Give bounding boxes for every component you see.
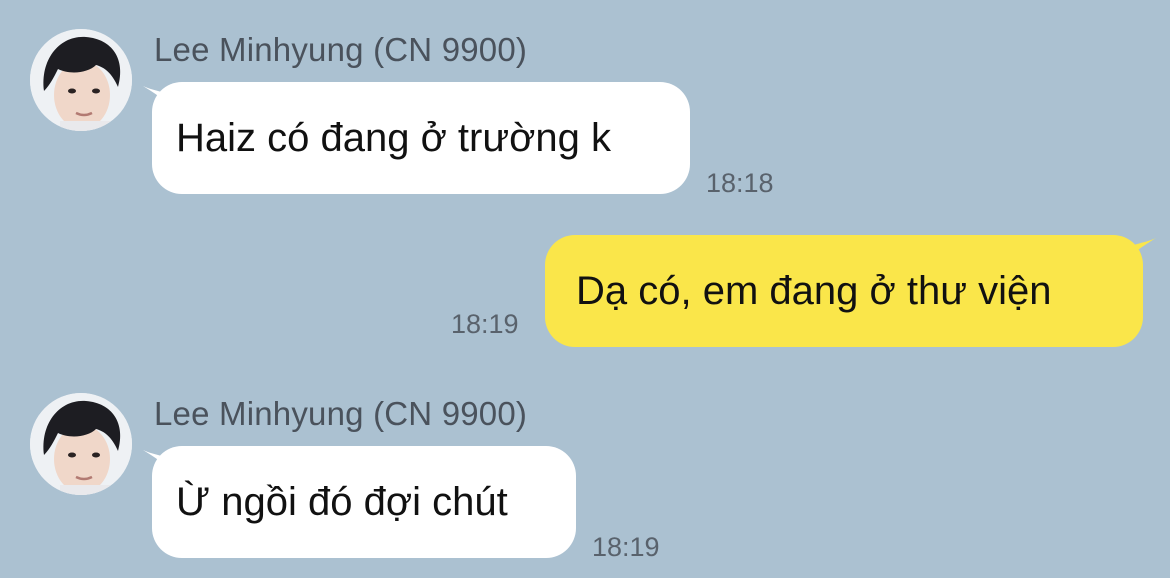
chat-area[interactable]: Lee Minhyung (CN 9900) Haiz có đang ở tr… [0, 0, 1170, 578]
sender-name: Lee Minhyung (CN 9900) [154, 395, 528, 432]
sender-avatar[interactable] [30, 393, 132, 495]
message-bubble[interactable]: Ừ ngồi đó đợi chút [152, 446, 576, 558]
profile-photo-icon [30, 393, 132, 495]
incoming-message: Lee Minhyung (CN 9900) Ừ ngồi đó đợi chú… [0, 0, 1170, 578]
message-time: 18:19 [592, 532, 660, 562]
